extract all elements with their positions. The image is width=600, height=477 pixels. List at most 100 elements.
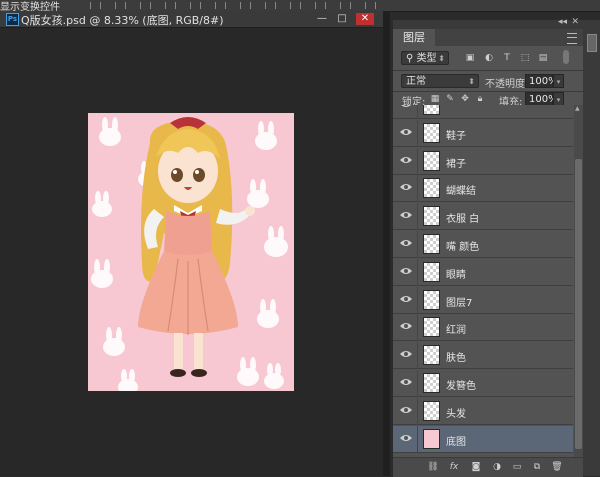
document-tab[interactable]: Ps Q版女孩.psd @ 8.33% (底图, RGB/8#) — □ ✕	[0, 11, 383, 28]
filter-toggle-switch[interactable]	[563, 50, 569, 64]
eye-visibility-icon[interactable]	[400, 128, 412, 136]
align-right-icon[interactable]	[215, 2, 226, 9]
layer-name[interactable]: 蝴蝶结	[446, 182, 476, 197]
distribute-right-icon[interactable]	[365, 2, 376, 9]
layer-name[interactable]: 眼睛	[446, 266, 466, 281]
new-layer-icon[interactable]: ⧉	[531, 461, 543, 473]
layer-row[interactable]	[393, 105, 573, 119]
eye-visibility-icon[interactable]	[400, 156, 412, 164]
layers-scrollbar[interactable]: ▲	[574, 105, 583, 457]
collapsed-panel-button[interactable]	[587, 34, 597, 52]
adjustment-icon[interactable]: ◑	[491, 461, 503, 473]
group-folder-icon[interactable]: ▭	[511, 461, 523, 473]
layer-row[interactable]: 衣服 白	[393, 203, 573, 231]
lock-all-icon[interactable]: 🔒︎	[475, 94, 485, 104]
fill-slider-toggle[interactable]: ▾	[553, 92, 564, 106]
distribute-hcenter-icon[interactable]	[340, 2, 351, 9]
filter-type-select[interactable]: ⚲ 类型 ⬍	[401, 51, 449, 65]
layer-row[interactable]: 红润	[393, 314, 573, 342]
eye-visibility-icon[interactable]	[400, 295, 412, 303]
trash-icon[interactable]: 🗑︎	[551, 461, 563, 473]
layer-row[interactable]: 眼睛	[393, 258, 573, 286]
eye-visibility-icon[interactable]	[400, 378, 412, 386]
panel-divider[interactable]	[383, 11, 390, 476]
layer-name[interactable]: 衣服 白	[446, 210, 479, 225]
layer-thumbnail[interactable]	[423, 400, 440, 421]
layer-row[interactable]: 发簪色	[393, 370, 573, 397]
layer-row[interactable]: 蝴蝶结	[393, 175, 573, 203]
align-left-icon[interactable]	[165, 2, 176, 9]
layer-thumbnail[interactable]	[423, 289, 440, 310]
layer-name[interactable]: 嘴 颜色	[446, 238, 479, 253]
layer-name[interactable]: 裙子	[446, 155, 466, 170]
blend-mode-select[interactable]: 正常 ⬍	[401, 74, 479, 88]
eye-visibility-icon[interactable]	[400, 434, 412, 442]
minimize-button[interactable]: —	[313, 13, 331, 25]
adjustment-filter-icon[interactable]: ◐	[484, 53, 494, 63]
align-vcenter-icon[interactable]	[115, 2, 126, 9]
eye-visibility-icon[interactable]	[400, 211, 412, 219]
distribute-top-icon[interactable]	[240, 2, 251, 9]
layer-row[interactable]: 图层7	[393, 286, 573, 314]
lock-position-icon[interactable]: ✥	[460, 94, 470, 104]
eye-visibility-icon[interactable]	[400, 105, 412, 108]
layer-name[interactable]: 鞋子	[446, 127, 466, 142]
close-button[interactable]: ✕	[356, 13, 374, 25]
eye-visibility-icon[interactable]	[400, 350, 412, 358]
smartobject-filter-icon[interactable]: ▤	[538, 53, 548, 63]
layer-thumbnail[interactable]	[423, 373, 440, 393]
image-filter-icon[interactable]: ▣	[465, 53, 475, 63]
scroll-up-icon[interactable]: ▲	[575, 105, 580, 112]
layer-row-active[interactable]: 底图	[393, 425, 573, 453]
eye-visibility-icon[interactable]	[400, 183, 412, 191]
panel-menu-icon[interactable]	[567, 33, 577, 44]
layer-name[interactable]: 图层7	[446, 294, 472, 309]
layer-thumbnail[interactable]	[423, 345, 440, 366]
eye-visibility-icon[interactable]	[400, 322, 412, 330]
opacity-slider-toggle[interactable]: ▾	[553, 74, 564, 88]
eye-visibility-icon[interactable]	[400, 406, 412, 414]
layer-thumbnail[interactable]	[423, 317, 440, 338]
distribute-vcenter-icon[interactable]	[265, 2, 276, 9]
collapse-panels-icon[interactable]: ◂◂	[558, 17, 567, 27]
document-title[interactable]: Q版女孩.psd @ 8.33% (底图, RGB/8#)	[21, 12, 224, 28]
link-icon[interactable]: ⛓	[427, 461, 439, 473]
layer-thumbnail[interactable]	[423, 261, 440, 282]
distribute-bottom-icon[interactable]	[290, 2, 301, 9]
mask-icon[interactable]: ◙	[470, 461, 482, 473]
distribute-left-icon[interactable]	[315, 2, 326, 9]
layer-name[interactable]: 底图	[446, 433, 466, 448]
eye-visibility-icon[interactable]	[400, 239, 412, 247]
layer-name[interactable]: 肤色	[446, 349, 466, 364]
shape-filter-icon[interactable]: ⬚	[520, 53, 530, 63]
align-hcenter-icon[interactable]	[190, 2, 201, 9]
layer-thumbnail[interactable]	[423, 206, 440, 227]
layer-row[interactable]: 鞋子	[393, 119, 573, 147]
layer-row[interactable]: 裙子	[393, 147, 573, 175]
align-bottom-icon[interactable]	[140, 2, 151, 9]
text-filter-icon[interactable]: T	[502, 53, 512, 63]
opacity-input[interactable]: 100%	[525, 74, 558, 88]
layer-thumbnail[interactable]	[423, 178, 440, 199]
layer-thumbnail[interactable]	[423, 105, 440, 115]
layer-name[interactable]: 头发	[446, 405, 466, 420]
artboard-canvas[interactable]	[88, 113, 294, 391]
close-panel-icon[interactable]: ✕	[571, 17, 579, 27]
lock-pixels-icon[interactable]: ▦	[430, 94, 440, 104]
layer-thumbnail[interactable]	[423, 428, 440, 449]
layer-row[interactable]: 肤色	[393, 342, 573, 370]
scrollbar-thumb[interactable]	[575, 159, 582, 449]
layer-name[interactable]: 发簪色	[446, 377, 476, 392]
layer-thumbnail[interactable]	[423, 122, 440, 143]
fill-input[interactable]: 100%	[525, 92, 558, 106]
layer-name[interactable]: 红润	[446, 321, 466, 336]
align-buttons-group[interactable]	[90, 2, 390, 9]
layer-row[interactable]: 嘴 颜色	[393, 231, 573, 258]
fx-icon[interactable]: fx	[448, 461, 460, 473]
restore-button[interactable]: □	[333, 13, 351, 25]
align-top-icon[interactable]	[90, 2, 101, 9]
layer-thumbnail[interactable]	[423, 234, 440, 254]
layer-row[interactable]: 头发	[393, 397, 573, 425]
eye-visibility-icon[interactable]	[400, 267, 412, 275]
layer-thumbnail[interactable]	[423, 150, 440, 171]
